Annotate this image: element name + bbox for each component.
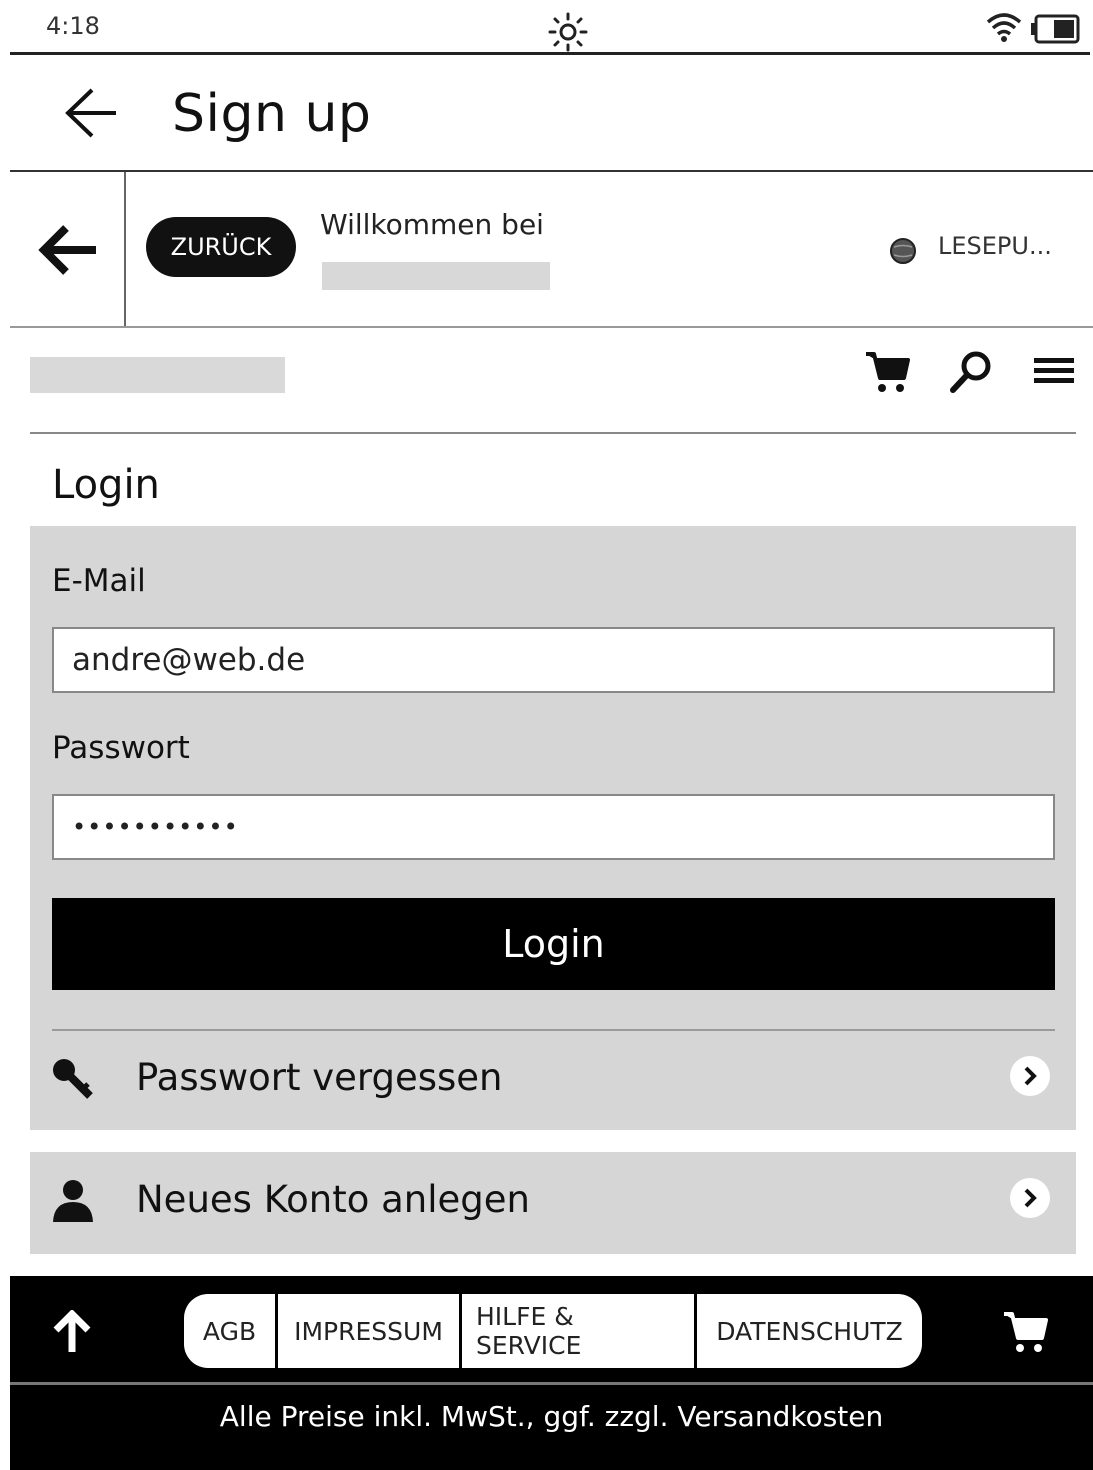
- chevron-right-icon[interactable]: [1010, 1056, 1050, 1096]
- divider: [52, 1029, 1055, 1031]
- email-field[interactable]: andre@web.de: [52, 627, 1055, 693]
- footer-links: AGB IMPRESSUM HILFE & SERVICE DATENSCHUT…: [184, 1294, 922, 1368]
- new-account-label[interactable]: Neues Konto anlegen: [136, 1178, 530, 1221]
- footer-link-impressum[interactable]: IMPRESSUM: [278, 1294, 462, 1368]
- key-icon: [53, 1059, 93, 1099]
- search-icon[interactable]: [948, 350, 994, 394]
- password-field[interactable]: •••••••••••: [52, 794, 1055, 860]
- back-arrow-icon[interactable]: [36, 222, 100, 278]
- language-selector[interactable]: LESEPU...: [938, 232, 1052, 260]
- page-title: Sign up: [172, 84, 372, 144]
- email-label: E-Mail: [52, 563, 146, 599]
- battery-icon: [1031, 14, 1080, 44]
- price-note: Alle Preise inkl. MwSt., ggf. zzgl. Vers…: [219, 1400, 884, 1433]
- frontlight-icon[interactable]: [548, 12, 588, 52]
- cart-icon[interactable]: [1002, 1310, 1050, 1354]
- wifi-icon[interactable]: [985, 10, 1023, 44]
- arrow-up-icon[interactable]: [52, 1310, 92, 1354]
- clock: 4:18: [46, 12, 100, 40]
- back-arrow-icon[interactable]: [62, 86, 120, 140]
- welcome-text: Willkommen bei: [320, 208, 544, 241]
- footer-link-hilfe-service[interactable]: HILFE & SERVICE: [462, 1294, 697, 1368]
- login-heading: Login: [52, 462, 160, 508]
- forgot-password-label[interactable]: Passwort vergessen: [136, 1056, 503, 1099]
- chevron-right-icon[interactable]: [1010, 1178, 1050, 1218]
- cart-icon[interactable]: [864, 350, 912, 394]
- password-label: Passwort: [52, 730, 190, 766]
- redacted-text: [322, 262, 550, 290]
- site-logo-redacted[interactable]: [30, 357, 285, 393]
- user-icon: [53, 1180, 93, 1222]
- back-button[interactable]: ZURÜCK: [146, 217, 296, 277]
- footer-link-datenschutz[interactable]: DATENSCHUTZ: [697, 1294, 922, 1368]
- divider: [30, 432, 1076, 434]
- login-button[interactable]: Login: [52, 898, 1055, 990]
- globe-icon[interactable]: [888, 236, 918, 266]
- footer-link-agb[interactable]: AGB: [184, 1294, 278, 1368]
- menu-icon[interactable]: [1032, 356, 1076, 386]
